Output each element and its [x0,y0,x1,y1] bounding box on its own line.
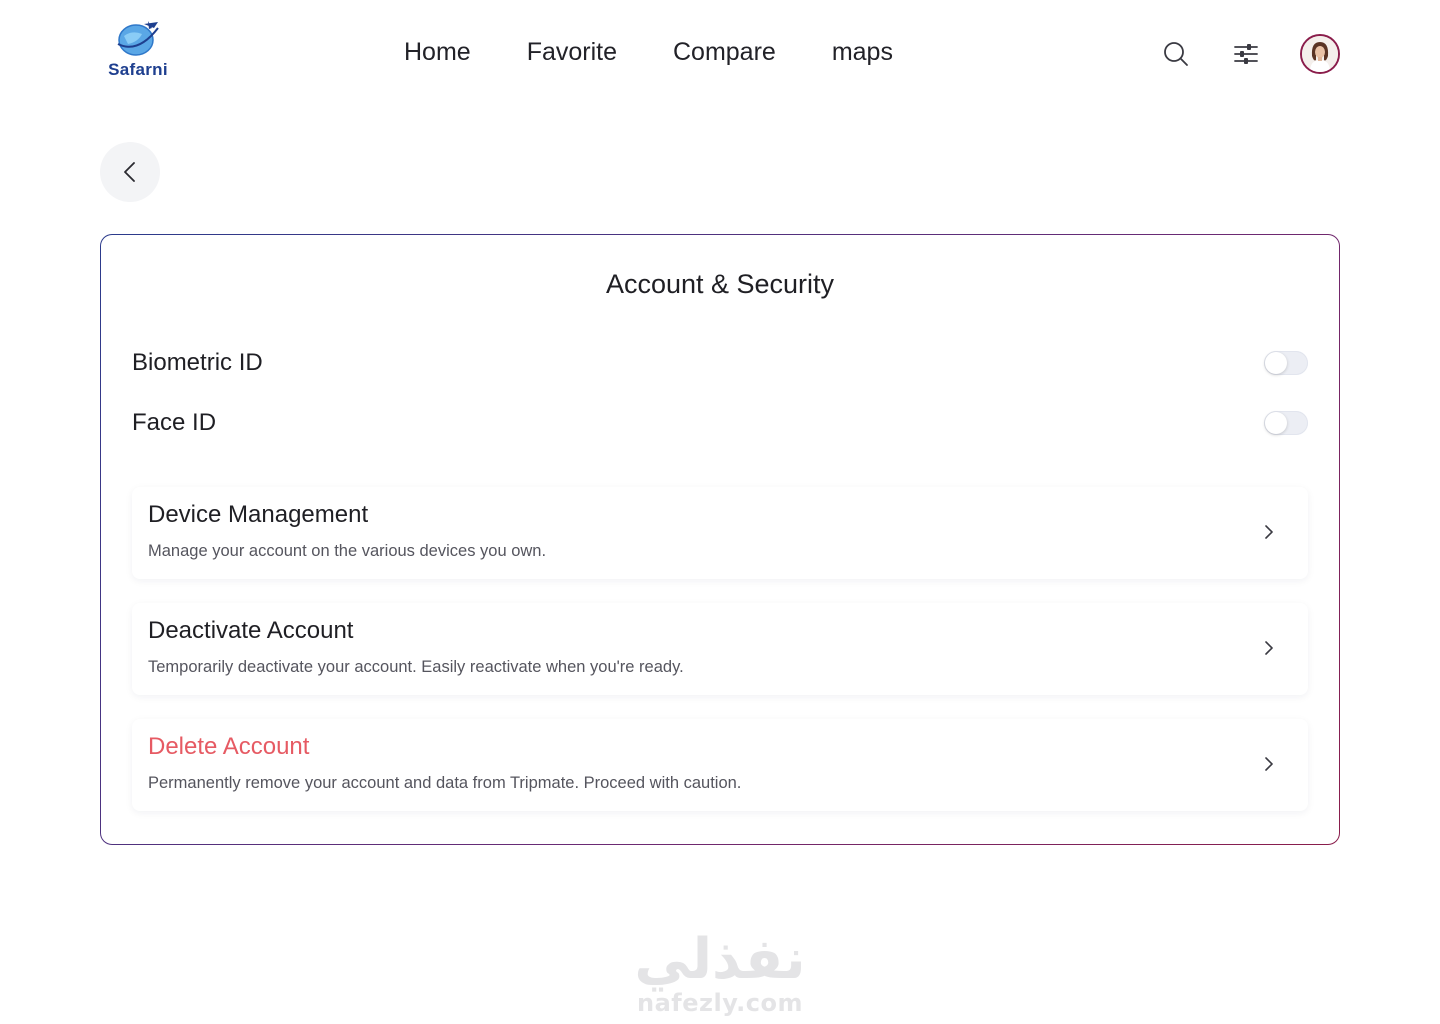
biometric-id-label: Biometric ID [132,349,263,376]
filter-button[interactable] [1226,34,1266,74]
toggle-knob [1265,412,1287,434]
chevron-right-icon [1258,637,1280,659]
search-button[interactable] [1156,34,1196,74]
top-header: Safarni Home Favorite Compare maps [0,0,1440,110]
nav-favorite[interactable]: Favorite [527,38,617,67]
avatar-portrait-icon [1302,36,1338,72]
globe-plane-logo-icon [117,21,159,56]
page-title: Account & Security [605,269,835,299]
face-id-row: Face ID [132,403,1308,443]
main-nav: Home Favorite Compare maps [404,38,893,67]
nav-home[interactable]: Home [404,38,471,67]
item-description: Temporarily deactivate your account. Eas… [148,658,684,676]
watermark-arabic: نفذلي [634,927,806,992]
delete-account-item[interactable]: Delete Account Permanently remove your a… [132,719,1308,811]
item-title: Deactivate Account [148,617,354,644]
brand-logo[interactable]: Safarni [100,18,176,94]
chevron-right-icon [1258,521,1280,543]
chevron-right-icon [1258,753,1280,775]
watermark: نفذلي nafezly.com [600,928,840,1024]
user-avatar[interactable] [1300,34,1340,74]
item-title: Device Management [148,501,369,528]
face-id-label: Face ID [132,409,217,436]
account-security-card: Account & Security Biometric ID Face ID … [100,234,1340,845]
biometric-id-toggle[interactable] [1264,351,1308,375]
watermark-latin: nafezly.com [637,989,803,1017]
deactivate-account-item[interactable]: Deactivate Account Temporarily deactivat… [132,603,1308,695]
brand-name: Safarni [108,60,168,79]
item-description: Manage your account on the various devic… [148,542,547,560]
header-actions [1156,34,1340,74]
toggle-knob [1265,352,1287,374]
device-management-item[interactable]: Device Management Manage your account on… [132,487,1308,579]
nav-maps[interactable]: maps [832,38,893,67]
face-id-toggle[interactable] [1264,411,1308,435]
biometric-id-row: Biometric ID [132,343,1308,383]
item-description: Permanently remove your account and data… [148,774,742,792]
search-icon [1164,42,1188,66]
nav-compare[interactable]: Compare [673,38,776,67]
chevron-left-icon [124,162,135,182]
item-title: Delete Account [148,733,310,760]
back-button[interactable] [100,142,160,202]
sliders-icon [1234,44,1258,64]
